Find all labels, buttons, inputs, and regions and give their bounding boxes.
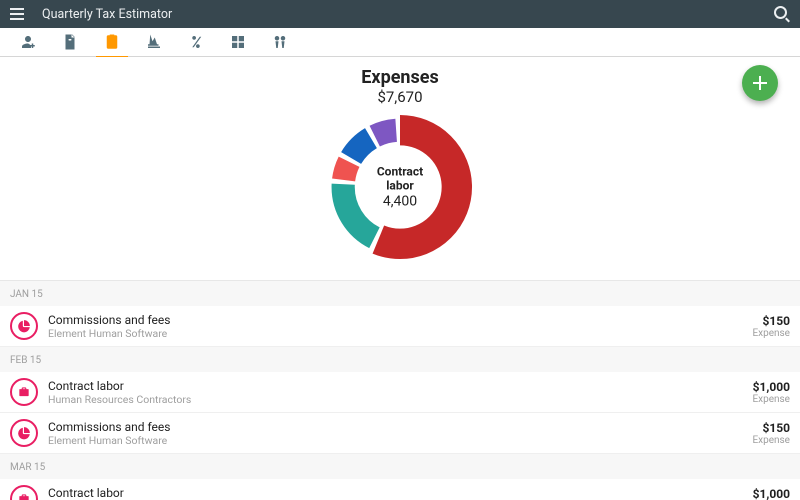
tab-dashboard[interactable] [218, 28, 258, 57]
date-header: MAR 15 [0, 454, 800, 479]
add-expense-button[interactable] [742, 65, 778, 101]
donut-chart[interactable]: Contract labor 4,400 [325, 112, 475, 262]
expense-amount: $1,000 [752, 380, 790, 394]
pie-icon [10, 312, 38, 340]
donut-highlight-label: Contract labor [363, 165, 438, 193]
chart-panel: Expenses $7,670 Contract labor 4,400 [0, 57, 800, 281]
expense-title: Commissions and fees [48, 313, 752, 327]
briefcase-icon [10, 378, 38, 406]
app-title: Quarterly Tax Estimator [42, 7, 172, 22]
date-header: FEB 15 [0, 347, 800, 372]
tab-profile[interactable] [8, 28, 48, 57]
expense-list: JAN 15Commissions and feesElement Human … [0, 281, 800, 500]
chart-total: $7,670 [0, 88, 800, 106]
chart-title: Expenses [0, 67, 800, 88]
expense-row[interactable]: Contract laborHuman Resources Contractor… [0, 372, 800, 413]
donut-highlight-value: 4,400 [363, 194, 438, 210]
expense-subtitle: Element Human Software [48, 327, 752, 340]
pie-icon [10, 419, 38, 447]
expense-title: Contract labor [48, 379, 752, 393]
expense-amount: $150 [752, 421, 790, 435]
tab-mileage[interactable] [134, 28, 174, 57]
expense-subtitle: Element Human Software [48, 434, 752, 447]
expense-subtitle: Human Resources Contractors [48, 393, 752, 406]
briefcase-icon [10, 485, 38, 500]
expense-title: Commissions and fees [48, 420, 752, 434]
tab-reports[interactable] [260, 28, 300, 57]
tab-bar [0, 28, 800, 57]
content-scroll[interactable]: Expenses $7,670 Contract labor 4,400 JAN… [0, 57, 800, 500]
menu-icon[interactable] [10, 5, 28, 23]
expense-amount: $1,000 [752, 487, 790, 500]
expense-amount: $150 [752, 314, 790, 328]
expense-type: Expense [752, 394, 790, 405]
app-header: Quarterly Tax Estimator [0, 0, 800, 28]
tab-income[interactable] [50, 28, 90, 57]
tab-deductions[interactable] [176, 28, 216, 57]
tab-expenses[interactable] [92, 28, 132, 57]
date-header: JAN 15 [0, 281, 800, 306]
expense-row[interactable]: Commissions and feesElement Human Softwa… [0, 413, 800, 454]
expense-type: Expense [752, 328, 790, 339]
expense-row[interactable]: Commissions and feesElement Human Softwa… [0, 306, 800, 347]
expense-type: Expense [752, 435, 790, 446]
search-icon[interactable] [774, 6, 790, 22]
expense-row[interactable]: Contract laborElement Human Contractors$… [0, 479, 800, 500]
expense-title: Contract labor [48, 486, 752, 500]
